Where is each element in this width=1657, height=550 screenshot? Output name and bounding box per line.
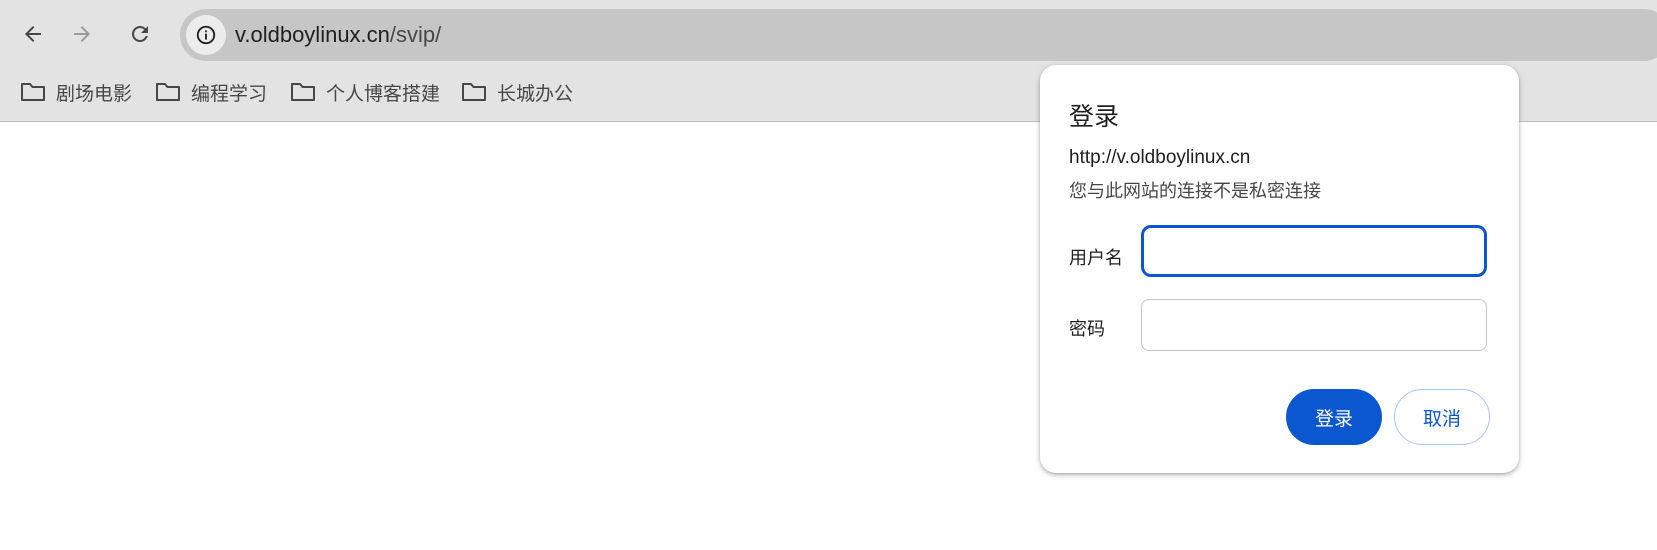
bookmark-label: 长城办公 [497, 83, 574, 105]
arrow-right-icon [74, 26, 90, 42]
bookmark-folder[interactable]: 个人博客搭建 [290, 72, 440, 112]
sign-in-dialog: 登录 http://v.oldboylinux.cn 您与此网站的连接不是私密连… [1040, 65, 1519, 473]
bookmark-label: 编程学习 [191, 83, 268, 105]
folder-icon [462, 83, 486, 101]
bookmark-folder[interactable]: 编程学习 [155, 72, 267, 112]
username-label: 用户名 [1069, 248, 1123, 268]
reload-icon [132, 25, 148, 42]
bookmark-label: 剧场电影 [56, 83, 133, 105]
bookmark-label: 个人博客搭建 [326, 83, 441, 105]
site-info-button[interactable] [186, 15, 226, 55]
forward-button[interactable] [60, 12, 104, 56]
url-text[interactable]: v.oldboylinux.cn/svip/ [235, 9, 441, 61]
password-label: 密码 [1069, 319, 1105, 339]
info-icon [196, 25, 216, 45]
folder-icon [21, 83, 45, 101]
reload-button[interactable] [118, 12, 162, 56]
dialog-origin: http://v.oldboylinux.cn [1069, 147, 1251, 168]
browser-toolbar: v.oldboylinux.cn/svip/ [0, 0, 1657, 70]
arrow-left-icon [25, 26, 41, 42]
url-path: /svip/ [389, 22, 442, 47]
username-field[interactable] [1141, 225, 1487, 277]
password-field[interactable] [1141, 299, 1487, 351]
cancel-button[interactable]: 取消 [1394, 389, 1490, 445]
address-bar[interactable]: v.oldboylinux.cn/svip/ [180, 9, 1657, 61]
folder-icon [156, 83, 180, 101]
folder-icon [291, 83, 315, 101]
back-button[interactable] [11, 12, 55, 56]
bookmark-folder[interactable]: 剧场电影 [20, 72, 132, 112]
connection-warning: 您与此网站的连接不是私密连接 [1069, 181, 1321, 201]
dialog-title: 登录 [1069, 103, 1120, 131]
bookmark-folder[interactable]: 长城办公 [461, 72, 573, 112]
url-host: v.oldboylinux.cn [235, 22, 390, 47]
sign-in-button[interactable]: 登录 [1286, 389, 1382, 445]
